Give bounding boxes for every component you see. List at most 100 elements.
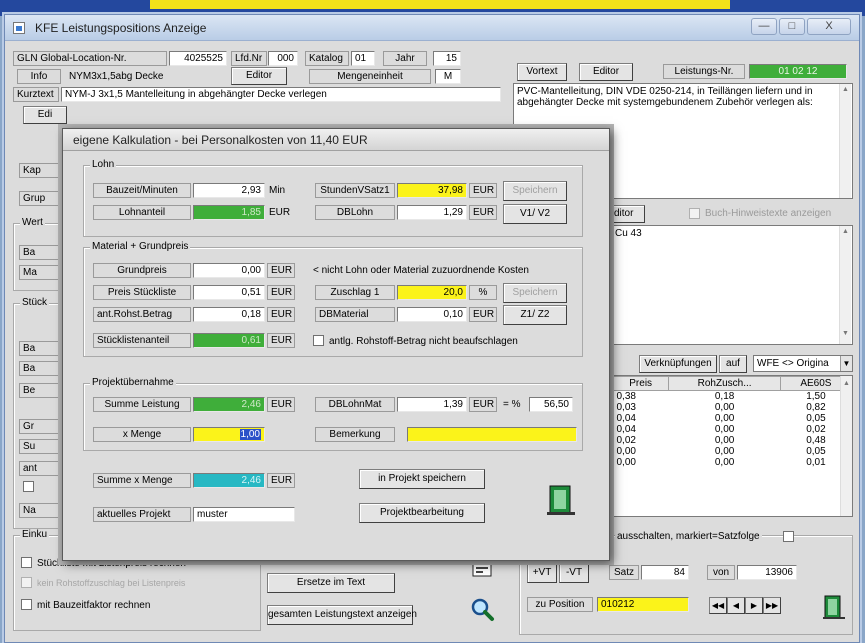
von-field[interactable]: 13906 [737, 565, 797, 580]
kurztext-field[interactable]: NYM-J 3x1,5 Mantelleitung in abgehängter… [61, 87, 501, 102]
dbmaterial-field[interactable]: 0,10 [397, 307, 467, 322]
bemerkung-field[interactable] [407, 427, 577, 442]
col-header-rohzusch[interactable]: RohZusch... [668, 376, 781, 391]
katalog-label: Katalog [305, 51, 349, 66]
vortext-editor-button[interactable]: Editor [579, 63, 633, 81]
katalog-field[interactable]: 01 [351, 51, 375, 66]
in-projekt-speichern-button[interactable]: in Projekt speichern [359, 469, 485, 489]
v1-v2-button[interactable]: V1/ V2 [503, 204, 567, 224]
aktuelles-projekt-field[interactable]: muster [193, 507, 295, 522]
table-row[interactable]: 0,00 0,00 0,01 [613, 457, 852, 468]
scroll-up-icon-2: ▲ [842, 228, 849, 235]
mengeneinheit-field[interactable]: M [435, 69, 461, 84]
auf-button[interactable]: auf [719, 355, 747, 373]
kalkulation-dialog: eigene Kalkulation - bei Personalkosten … [62, 128, 610, 561]
dblohnmat-field[interactable]: 1,39 [397, 397, 467, 412]
table-row[interactable]: 0,02 0,00 0,48 [613, 435, 852, 446]
bauzeit-field[interactable]: 2,93 [193, 183, 265, 198]
ersetze-im-text-button[interactable]: Ersetze im Text [267, 573, 395, 593]
table-row[interactable]: 0,04 0,00 0,02 [613, 424, 852, 435]
percent-field[interactable]: 56,50 [529, 397, 573, 412]
antlg-rohstoff-label: antlg. Rohstoff-Betrag nicht beaufschlag… [329, 336, 518, 347]
table-row[interactable]: 0,00 0,00 0,05 [613, 446, 852, 457]
gesamten-leistungstext-button[interactable]: gesamten Leistungstext anzeigen [267, 605, 417, 625]
last-record-button[interactable]: ▶▶ [763, 597, 781, 614]
gruppe-label: Grup [19, 191, 63, 206]
menge-label: x Menge [93, 427, 191, 442]
na-label: Na [19, 503, 61, 518]
langtext2-scrollbar[interactable]: ▲ ▼ [839, 226, 851, 344]
bauzeitfaktor-checkbox[interactable] [21, 599, 32, 610]
bauzeitfaktor-label: mit Bauzeitfaktor rechnen [37, 600, 151, 611]
dblohn-field[interactable]: 1,29 [397, 205, 467, 220]
maximize-button[interactable]: □ [779, 18, 805, 35]
leistungs-nr-field[interactable]: 01 02 12 [749, 64, 847, 79]
table-scrollbar[interactable]: ▲ [840, 376, 852, 516]
stundenvsatz-unit: EUR [469, 183, 497, 198]
vt-plus-button[interactable]: +VT [527, 563, 557, 583]
stueckliste-listenpreis-checkbox[interactable] [21, 557, 32, 568]
prev-record-button[interactable]: ◀ [727, 597, 745, 614]
menge-field[interactable]: 1,00 [193, 427, 265, 442]
buch-hinweis-checkbox[interactable] [689, 208, 700, 219]
projektbearbeitung-button[interactable]: Projektbearbeitung [359, 503, 485, 523]
zuschlag-label: Zuschlag 1 [315, 285, 395, 300]
material-speichern-button[interactable]: Speichern [503, 283, 567, 303]
antlg-rohstoff-checkbox[interactable] [313, 335, 324, 346]
vortext-button[interactable]: Vortext [517, 63, 567, 81]
scroll-down-icon-2: ▼ [842, 330, 849, 337]
zu-position-field[interactable]: 010212 [597, 597, 689, 612]
gln-field[interactable]: 4025525 [169, 51, 227, 66]
stub-checkbox[interactable] [23, 481, 34, 492]
last-icon: ▶▶ [765, 601, 779, 610]
summe-leistung-label: Summe Leistung [93, 397, 191, 412]
dblohn-label: DBLohn [315, 205, 395, 220]
first-record-button[interactable]: ◀◀ [709, 597, 727, 614]
stueckliste-group: Stück [13, 297, 65, 529]
bemerkung-label: Bemerkung [315, 427, 395, 442]
preis-stueckliste-field[interactable]: 0,51 [193, 285, 265, 300]
minimize-button[interactable]: — [751, 18, 777, 35]
stuecklistenanteil-field[interactable]: 0,61 [193, 333, 265, 348]
summe-x-menge-field[interactable]: 2,46 [193, 473, 265, 488]
col-header-preis[interactable]: Preis [612, 376, 670, 391]
kurztext-editor-button[interactable]: Edi [23, 106, 67, 124]
info-field[interactable]: NYM3x1,5abg Decke [65, 69, 215, 84]
lohnanteil-field[interactable]: 1,85 [193, 205, 265, 220]
von-label: von [707, 565, 735, 580]
satzfolge-checkbox[interactable] [783, 531, 794, 542]
close-button[interactable]: X [807, 18, 851, 35]
verknuepfungen-button[interactable]: Verknüpfungen [639, 355, 717, 373]
summe-leistung-field[interactable]: 2,46 [193, 397, 265, 412]
lohn-group: Lohn [83, 159, 583, 237]
langtext-editor-button[interactable]: ditor [611, 205, 645, 223]
table-row[interactable]: 0,03 0,00 0,82 [613, 402, 852, 413]
next-record-button[interactable]: ▶ [745, 597, 763, 614]
search-button[interactable] [467, 595, 497, 623]
zuschlag-field[interactable]: 20,0 [397, 285, 467, 300]
langtext-scrollbar[interactable]: ▲ [839, 84, 851, 198]
stundenvsatz-field[interactable]: 37,98 [397, 183, 467, 198]
jahr-field[interactable]: 15 [433, 51, 461, 66]
lfd-nr-label: Lfd.Nr [231, 51, 267, 66]
rohst-betrag-field[interactable]: 0,18 [193, 307, 265, 322]
exit-door-icon [547, 485, 575, 515]
z1-z2-button[interactable]: Z1/ Z2 [503, 305, 567, 325]
dialog-exit-button[interactable] [541, 481, 581, 519]
exit-door-button[interactable] [819, 593, 849, 621]
verknuepfung-select[interactable]: WFE <> Origina ▼ [753, 355, 853, 372]
summe-leistung-unit: EUR [267, 397, 295, 412]
info-editor-button[interactable]: Editor [231, 67, 287, 85]
lohn-speichern-button[interactable]: Speichern [503, 181, 567, 201]
vt-minus-button[interactable]: -VT [559, 563, 589, 583]
kein-rohstoff-checkbox[interactable] [21, 577, 32, 588]
satz-field[interactable]: 84 [641, 565, 689, 580]
lfd-nr-field[interactable]: 000 [268, 51, 298, 66]
grundpreis-field[interactable]: 0,00 [193, 263, 265, 278]
langtext2-memo[interactable]: Cu 43 [611, 225, 853, 345]
zuschlag-unit: % [469, 285, 497, 300]
table-row[interactable]: 0,04 0,00 0,05 [613, 413, 852, 424]
table-row[interactable]: 0,38 0,18 1,50 [613, 391, 852, 403]
zu-position-label: zu Position [527, 597, 593, 612]
ba3-label: Ba [19, 361, 61, 376]
